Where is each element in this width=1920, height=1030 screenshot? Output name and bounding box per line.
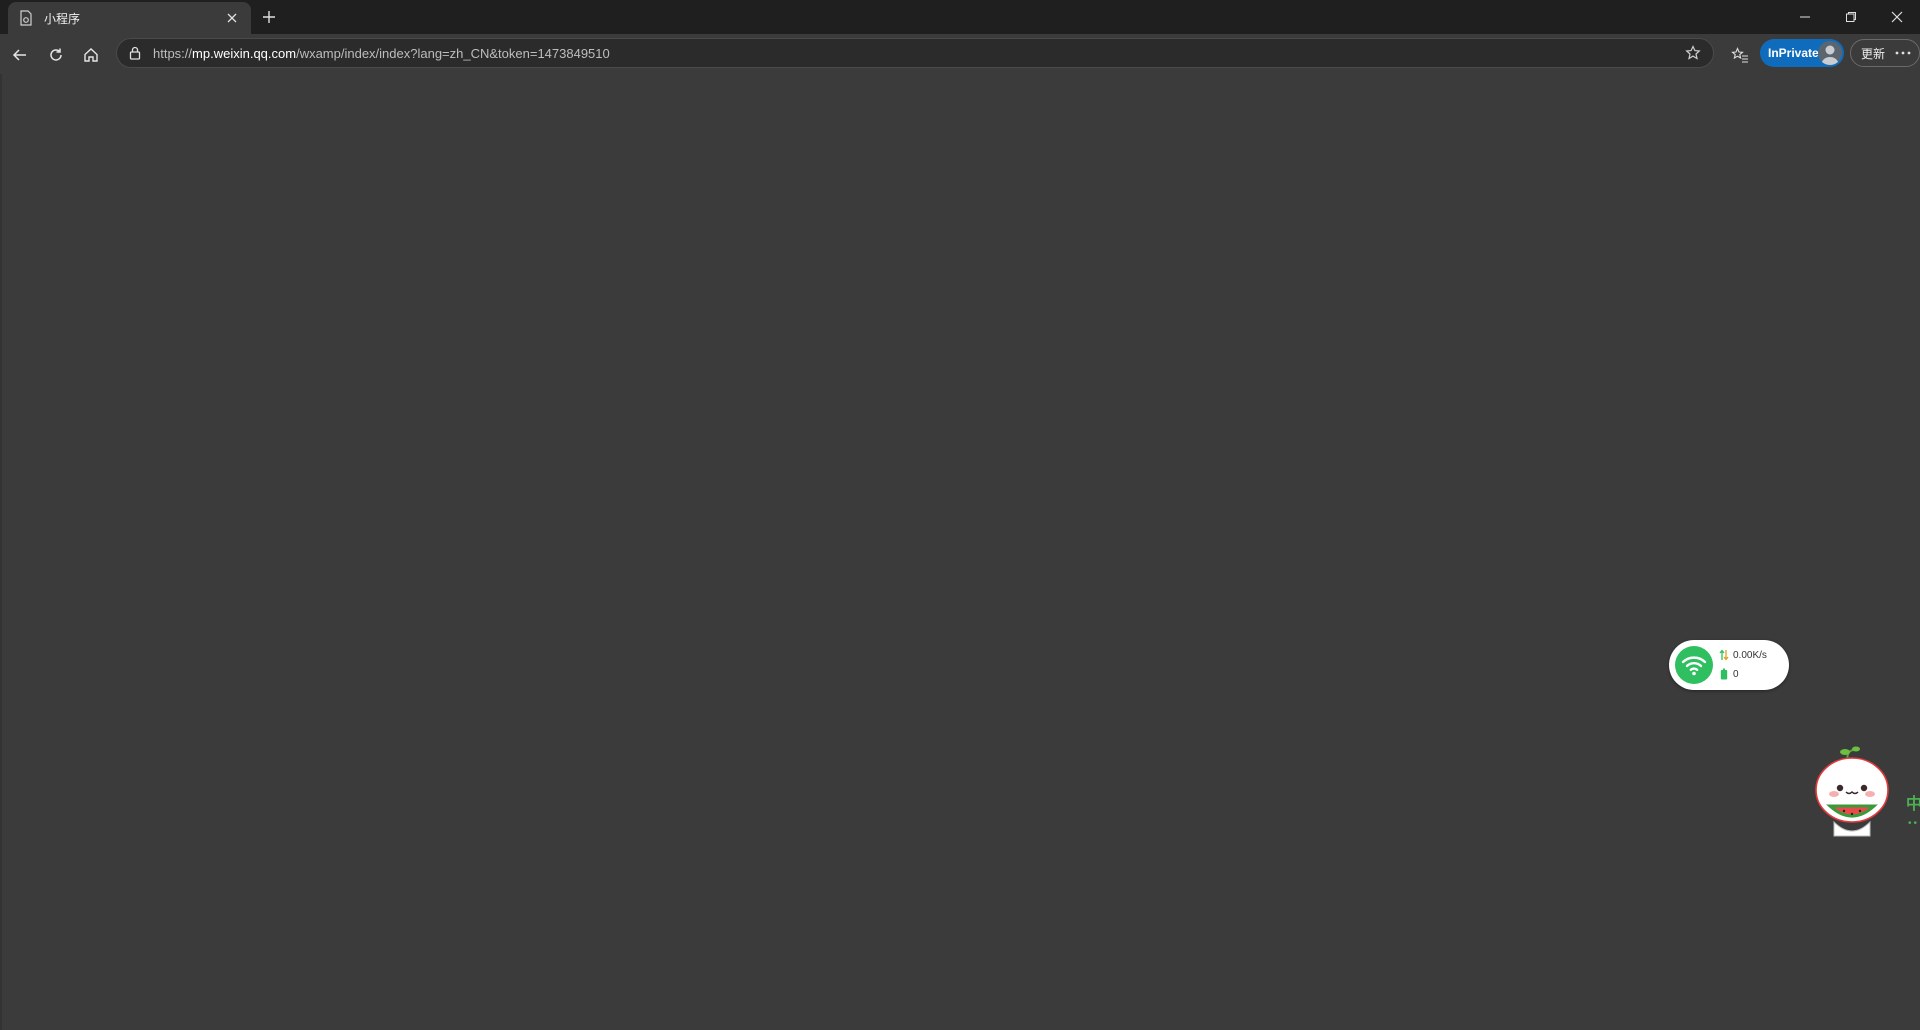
back-button[interactable]: [7, 42, 33, 68]
home-button[interactable]: [78, 42, 104, 68]
tab-title: 小程序: [44, 11, 81, 26]
plus-icon: [263, 11, 275, 23]
person-icon: [1821, 45, 1839, 65]
count-row: 0: [1719, 668, 1739, 680]
tab-miniprogram[interactable]: 小程序: [8, 2, 251, 34]
refresh-button[interactable]: [43, 42, 69, 68]
update-button[interactable]: 更新: [1850, 39, 1920, 67]
home-icon: [84, 48, 98, 62]
network-speed-widget[interactable]: 0.00K/s 0: [1669, 640, 1789, 690]
more-icon[interactable]: [1895, 51, 1911, 55]
inprivate-label: InPrivate: [1768, 46, 1819, 60]
restore-icon: [1846, 12, 1856, 22]
speed-row: 0.00K/s: [1719, 649, 1767, 661]
battery-icon: [1719, 668, 1729, 680]
lock-icon[interactable]: [127, 45, 143, 61]
upload-download-icon: [1719, 649, 1729, 661]
restore-button[interactable]: [1828, 0, 1874, 34]
minimize-button[interactable]: [1782, 0, 1828, 34]
refresh-icon: [50, 48, 62, 61]
minimize-icon: [1800, 16, 1810, 18]
close-tab-icon[interactable]: [223, 9, 241, 27]
url-text[interactable]: https://mp.weixin.qq.com/wxamp/index/ind…: [153, 46, 1683, 61]
arrow-left-icon: [12, 49, 26, 61]
new-tab-button[interactable]: [258, 6, 280, 28]
close-icon: [1891, 11, 1903, 23]
update-label: 更新: [1861, 46, 1886, 61]
favorite-star-icon[interactable]: [1683, 43, 1703, 63]
address-bar[interactable]: https://mp.weixin.qq.com/wxamp/index/ind…: [116, 38, 1714, 68]
inprivate-badge[interactable]: InPrivate: [1760, 39, 1844, 67]
avatar: [1818, 41, 1842, 65]
favorites-list-icon: [1731, 47, 1748, 63]
network-speed-text: 0.00K/s: [1733, 649, 1767, 661]
wifi-icon: [1675, 646, 1713, 684]
close-window-button[interactable]: [1874, 0, 1920, 34]
side-dots: ••: [1908, 818, 1920, 829]
title-bar: 小程序: [0, 0, 1920, 34]
page-left-border: [0, 74, 2, 1030]
document-icon: [18, 10, 34, 26]
connection-count-text: 0: [1733, 668, 1739, 680]
favorites-button[interactable]: [1727, 42, 1753, 68]
side-language-char[interactable]: 中: [1906, 790, 1920, 814]
mascot-watermelon-icon[interactable]: [1812, 744, 1892, 844]
browser-toolbar: https://mp.weixin.qq.com/wxamp/index/ind…: [0, 34, 1920, 74]
